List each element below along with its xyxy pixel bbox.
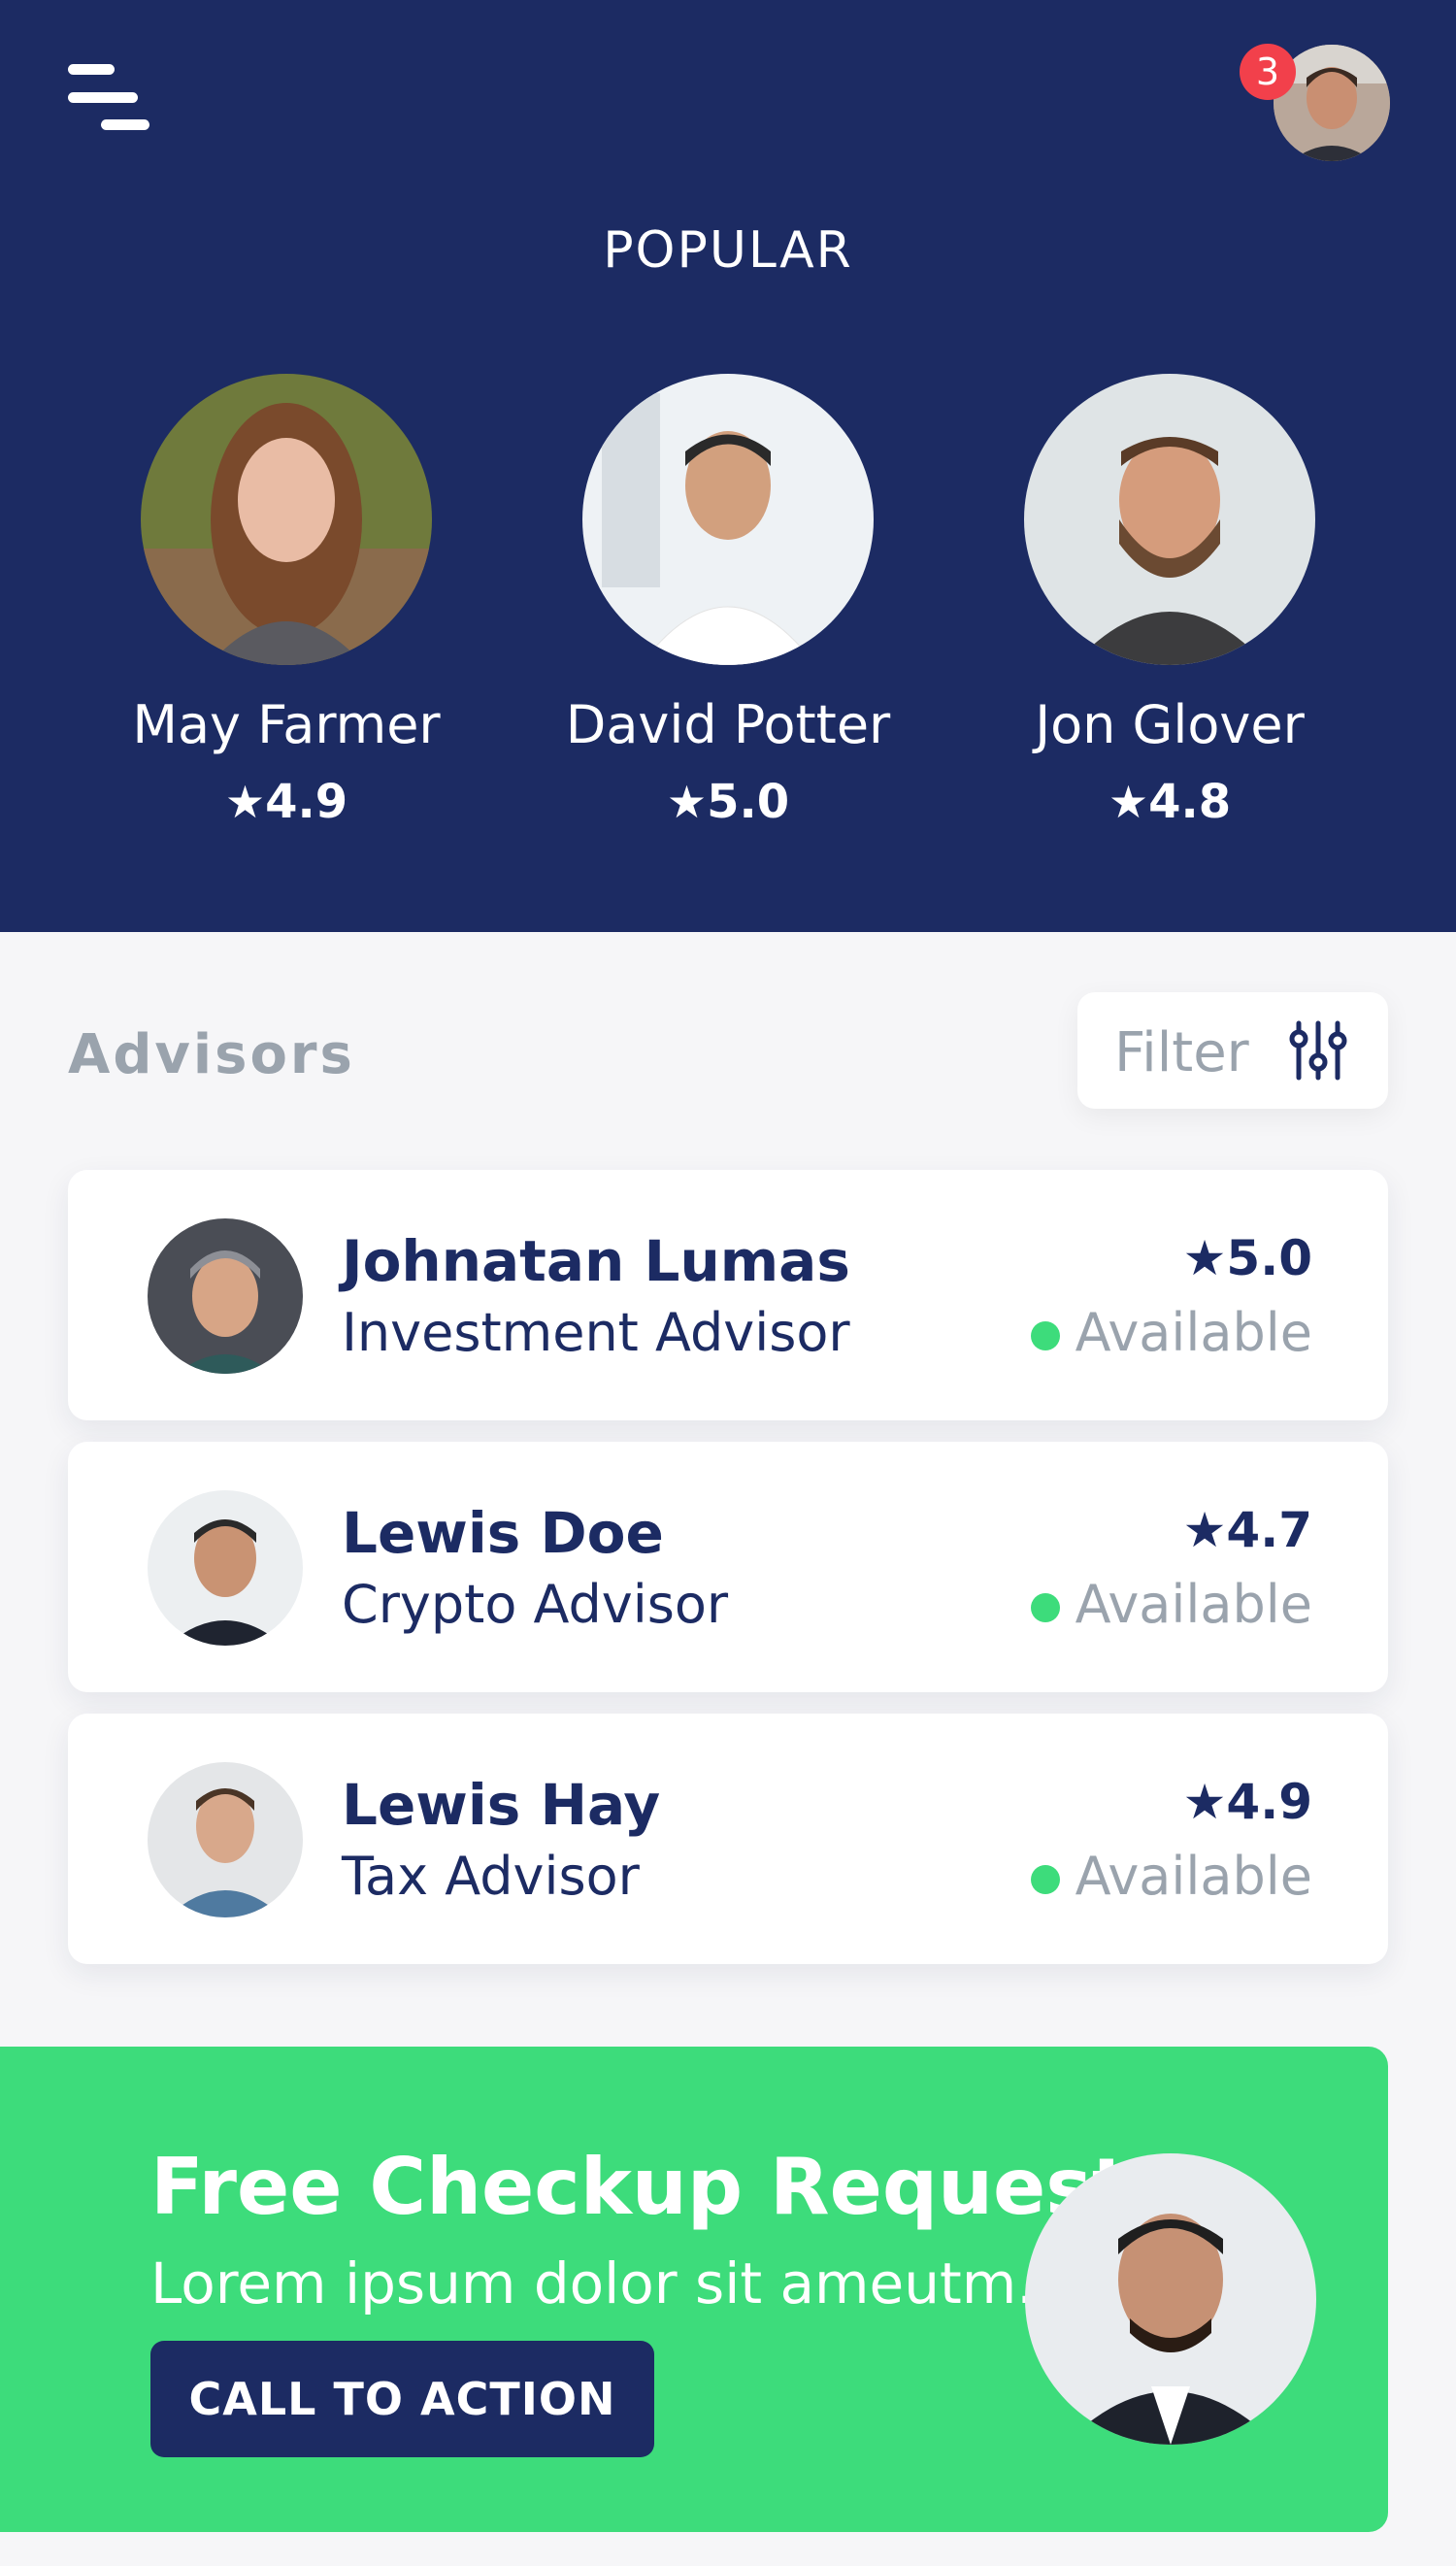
star-icon: ★	[1182, 1774, 1227, 1830]
advisor-role: Tax Advisor	[342, 1846, 640, 1907]
filter-sliders-icon	[1289, 1019, 1347, 1082]
cta-advisor-photo	[1025, 2153, 1316, 2445]
status-dot-icon	[1030, 1593, 1060, 1623]
filter-label: Filter	[1114, 1021, 1249, 1084]
advisor-photo	[148, 1762, 303, 1917]
notification-badge: 3	[1240, 44, 1296, 100]
call-to-action-button[interactable]: CALL TO ACTION	[150, 2341, 654, 2457]
cta-subtitle: Lorem ipsum dolor sit ameutm.	[150, 2250, 1035, 2316]
star-icon: ★	[666, 776, 708, 828]
advisor-photo	[582, 374, 874, 665]
advisor-name: May Farmer	[132, 694, 441, 755]
checkup-cta-card: Free Checkup Request Lorem ipsum dolor s…	[0, 2047, 1388, 2532]
status-dot-icon	[1030, 1321, 1060, 1351]
advisor-rating: ★4.9	[1182, 1774, 1312, 1830]
status-dot-icon	[1030, 1865, 1060, 1895]
star-icon: ★	[1182, 1230, 1227, 1286]
cta-title: Free Checkup Request	[150, 2142, 1130, 2232]
advisor-name: David Potter	[565, 694, 891, 755]
advisor-photo	[1024, 374, 1315, 665]
advisor-role: Investment Advisor	[342, 1302, 850, 1363]
advisor-role: Crypto Advisor	[342, 1574, 729, 1635]
advisor-name: Lewis Hay	[342, 1772, 661, 1838]
availability-status: Available	[1030, 1574, 1312, 1635]
advisor-photo	[148, 1490, 303, 1646]
star-icon: ★	[224, 776, 266, 828]
popular-advisor-card[interactable]: David Potter ★5.0	[534, 374, 922, 829]
availability-status: Available	[1030, 1846, 1312, 1907]
advisor-photo	[148, 1218, 303, 1374]
advisor-photo	[141, 374, 432, 665]
section-title: POPULAR	[603, 221, 853, 280]
advisor-name: Johnatan Lumas	[342, 1228, 850, 1294]
popular-advisor-card[interactable]: May Farmer ★4.9	[92, 374, 480, 829]
advisor-rating: ★4.7	[1182, 1502, 1312, 1558]
advisor-card[interactable]: Lewis Hay Tax Advisor ★4.9 Available	[68, 1714, 1388, 1964]
menu-icon[interactable]	[68, 64, 149, 132]
advisor-card[interactable]: Johnatan Lumas Investment Advisor ★5.0 A…	[68, 1170, 1388, 1420]
advisor-card[interactable]: Lewis Doe Crypto Advisor ★4.7 Available	[68, 1442, 1388, 1692]
advisor-name: Lewis Doe	[342, 1500, 664, 1566]
advisor-rating: ★5.0	[1182, 1230, 1312, 1286]
popular-header: 3 POPULAR May Farmer ★4.9 David Potter ★…	[0, 0, 1456, 932]
star-icon: ★	[1182, 1502, 1227, 1558]
advisor-rating: ★4.8	[1108, 775, 1232, 829]
advisor-rating: ★4.9	[224, 775, 348, 829]
advisor-name: Jon Glover	[1035, 694, 1305, 755]
advisor-rating: ★5.0	[666, 775, 790, 829]
popular-advisor-card[interactable]: Jon Glover ★4.8	[976, 374, 1364, 829]
star-icon: ★	[1108, 776, 1149, 828]
availability-status: Available	[1030, 1302, 1312, 1363]
advisors-heading: Advisors	[68, 1023, 355, 1086]
filter-button[interactable]: Filter	[1077, 992, 1388, 1109]
